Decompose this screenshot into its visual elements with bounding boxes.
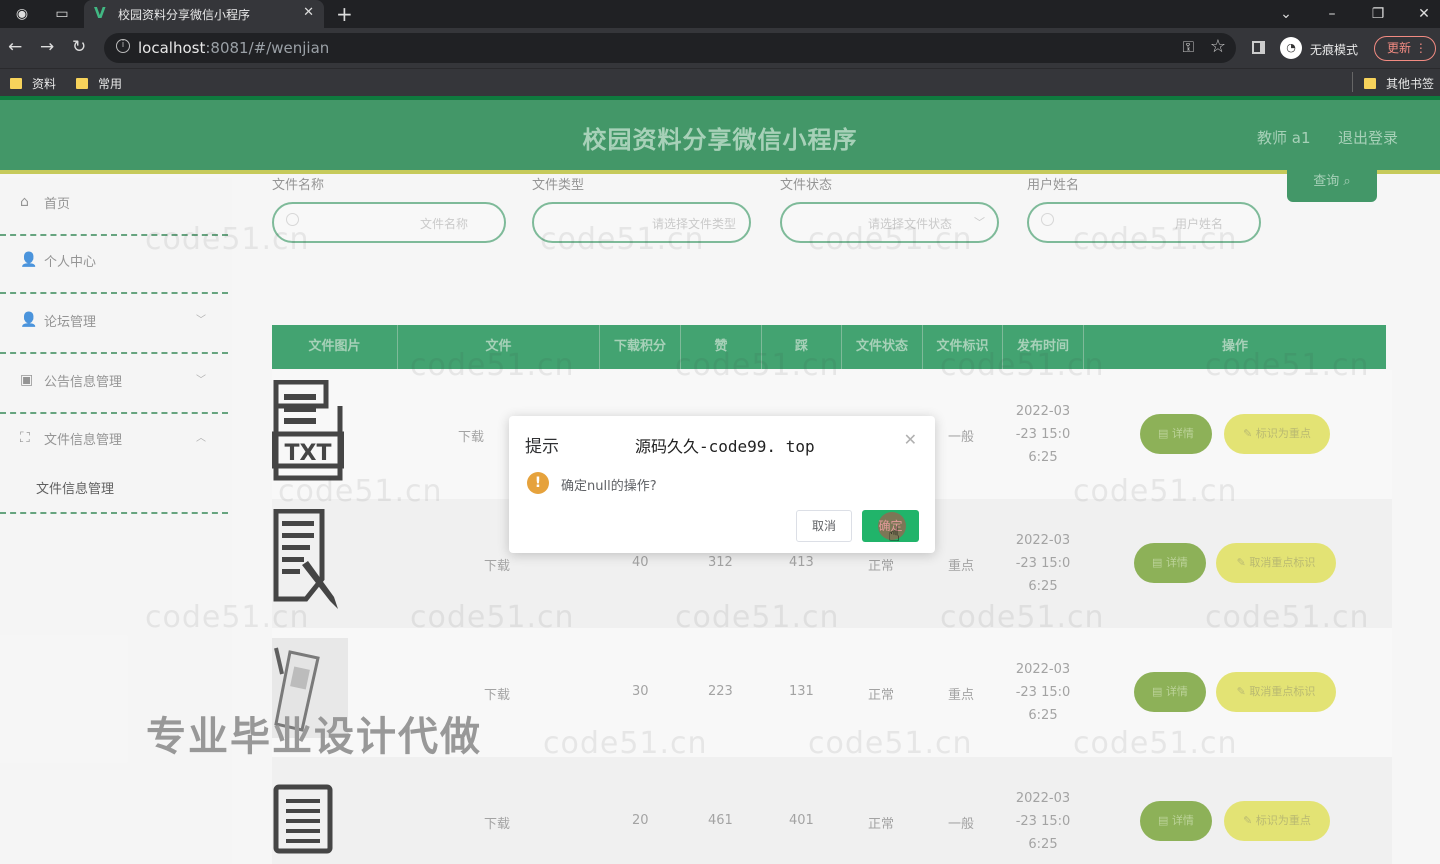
incognito-icon[interactable]: ◔	[1280, 37, 1302, 59]
folder-icon	[76, 78, 88, 89]
url-host: localhost	[138, 39, 206, 57]
dialog-watermark-text: 源码久久-code99. top	[635, 437, 815, 456]
other-bookmarks[interactable]: 其他书签	[1364, 75, 1434, 92]
back-icon[interactable]: ←	[8, 37, 22, 57]
incognito-label: 无痕模式	[1310, 43, 1359, 57]
bookmark-folder[interactable]: 资料	[10, 75, 56, 92]
key-icon[interactable]: ⚿	[1183, 38, 1194, 56]
close-icon[interactable]: ✕	[904, 430, 917, 449]
dialog-title: 提示	[525, 437, 559, 457]
url-path: :8081/#/wenjian	[205, 39, 330, 57]
side-panel-icon[interactable]	[1252, 41, 1265, 54]
confirm-dialog: 提示 源码久久-code99. top ✕ ! 确定null的操作? 取消 确定	[509, 416, 935, 553]
window-close-icon[interactable]: ✕	[1414, 4, 1434, 24]
update-button[interactable]: 更新 ⋮	[1374, 36, 1436, 61]
reload-icon[interactable]: ↻	[72, 37, 86, 57]
new-tab-button[interactable]: +	[336, 2, 353, 26]
hand-cursor-icon: ☝	[888, 522, 901, 546]
cancel-button[interactable]: 取消	[796, 510, 852, 542]
bookmarks-bar: 资料 常用 其他书签	[0, 68, 1440, 96]
bookmarks-separator	[1352, 72, 1353, 92]
tab-title: 校园资料分享微信小程序	[118, 8, 251, 22]
star-icon[interactable]: ☆	[1210, 36, 1226, 57]
tab-search-icon[interactable]: ▭	[52, 4, 72, 24]
bookmark-folder[interactable]: 常用	[76, 75, 122, 92]
restore-icon[interactable]: ❐	[1368, 4, 1388, 24]
tab-close-icon[interactable]: ✕	[303, 5, 314, 20]
vue-logo-icon: V	[94, 4, 106, 22]
forward-icon[interactable]: →	[40, 37, 54, 57]
folder-icon	[1364, 78, 1376, 89]
browser-tab[interactable]: V 校园资料分享微信小程序 ✕	[84, 0, 324, 28]
url-field[interactable]: i localhost:8081/#/wenjian ⚿ ☆	[104, 33, 1236, 63]
browser-tab-strip: ◉ ▭ V 校园资料分享微信小程序 ✕ + ⌄ – ❐ ✕	[0, 0, 1440, 28]
address-bar: ← → ↻ i localhost:8081/#/wenjian ⚿ ☆	[0, 28, 1440, 68]
browser-menu-icon[interactable]: ◉	[12, 4, 32, 24]
dialog-message: 确定null的操作?	[561, 479, 657, 494]
update-label: 更新	[1387, 41, 1412, 55]
folder-icon	[10, 78, 22, 89]
site-info-icon[interactable]: i	[116, 39, 130, 53]
minimize-icon[interactable]: –	[1322, 4, 1342, 24]
warning-icon: !	[527, 472, 549, 494]
tab-list-chevron-icon[interactable]: ⌄	[1276, 4, 1296, 24]
